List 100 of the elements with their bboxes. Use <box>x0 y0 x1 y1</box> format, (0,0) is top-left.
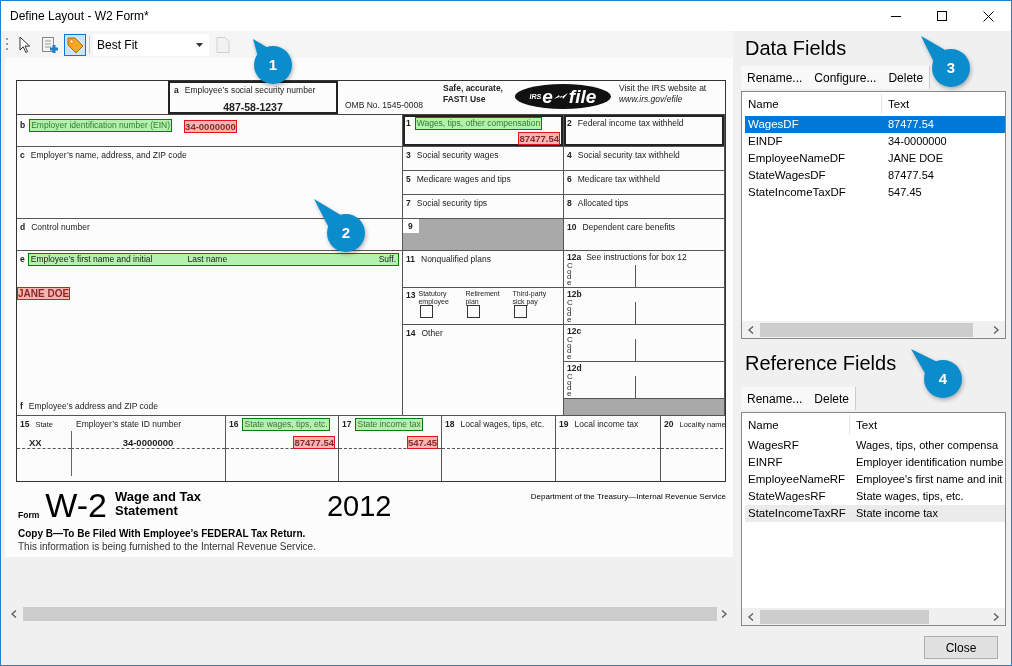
omb-number: OMB No. 1545-0008 <box>345 100 423 110</box>
list-row[interactable]: StateIncomeTaxRF State income tax <box>745 505 1005 522</box>
box-number: c <box>20 150 25 161</box>
list-row[interactable]: EINRF Employer identification numbe <box>745 454 1005 471</box>
box-label: Employee’s first name and initial <box>30 254 153 265</box>
form-year: 2012 <box>326 490 392 523</box>
box-value: XX <box>28 436 43 449</box>
scroll-left-icon[interactable] <box>10 610 18 618</box>
list-row[interactable]: WagesDF 87477.54 <box>745 116 1005 133</box>
list-cell-text: EmployeeNameRF <box>747 472 847 487</box>
box-label: Employer identification number (EIN) <box>29 118 173 132</box>
box-value: JANE DOE <box>17 287 71 300</box>
box-label: Employer’s name, address, and ZIP code <box>29 149 188 162</box>
box-number: b <box>20 119 26 131</box>
grip-icon <box>6 36 9 53</box>
scrollbar-thumb[interactable] <box>23 607 717 621</box>
box-number: 12b <box>567 289 582 300</box>
scroll-right-icon[interactable] <box>720 610 728 618</box>
box-label: Medicare wages and tips <box>415 173 512 186</box>
scroll-left-icon[interactable] <box>747 612 755 621</box>
box-label: Allocated tips <box>576 197 630 210</box>
list-cell-text: Employee's first name and init <box>855 472 1004 487</box>
list-row[interactable]: StateWagesRF State wages, tips, etc. <box>745 488 1005 505</box>
box-label: See instructions for box 12 <box>585 252 688 263</box>
visit-text: Visit the IRS website at <box>618 83 707 94</box>
box-label: State wages, tips, etc. <box>242 418 330 431</box>
horizontal-scrollbar[interactable] <box>742 608 1005 625</box>
scroll-left-icon[interactable] <box>747 325 755 334</box>
box-number: 12c <box>567 326 582 337</box>
action-button[interactable]: Delete <box>808 387 856 410</box>
box-label: Employee’s social security number <box>183 84 317 97</box>
box-value: 34-0000000 <box>121 436 175 449</box>
action-button[interactable]: Rename... <box>741 387 809 410</box>
box-number: 19 <box>559 419 569 430</box>
list-cell-text: EINDF <box>747 134 784 149</box>
close-dialog-button[interactable]: Close <box>924 636 998 659</box>
box-label: Suff. <box>378 254 396 265</box>
list-row[interactable]: WagesRF Wages, tips, other compensa <box>745 437 1005 454</box>
list-cell-text: WagesRF <box>747 438 800 453</box>
list-cell-text: StateIncomeTaxRF <box>747 506 847 521</box>
scroll-right-icon[interactable] <box>992 612 1000 621</box>
box-number: 2 <box>567 118 572 129</box>
box-label: Nonqualified plans <box>420 253 492 266</box>
checkbox[interactable] <box>420 305 434 318</box>
section-title: Reference Fields <box>745 352 897 374</box>
box-number: 15 <box>20 419 30 430</box>
box-value: 487-58-1237 <box>222 101 284 113</box>
list-cell-text: WagesDF <box>747 117 800 132</box>
box-number: 12a <box>567 252 582 263</box>
column-header[interactable]: Text <box>881 94 1005 114</box>
section-title: Data Fields <box>745 37 847 59</box>
scroll-right-icon[interactable] <box>992 325 1000 334</box>
column-header[interactable]: Name <box>742 94 881 114</box>
code-label: Code <box>567 263 574 287</box>
box-label: Federal income tax withheld <box>576 117 685 130</box>
box-number: 1 <box>406 118 411 129</box>
box-number: 16 <box>229 419 239 430</box>
zoom-dropdown[interactable]: Best Fit <box>93 33 209 56</box>
list-cell-text: StateWagesRF <box>747 489 827 504</box>
list-cell-text: EmployeeNameDF <box>747 151 847 166</box>
document-plus-icon <box>41 35 59 54</box>
list-row[interactable]: EmployeeNameRF Employee's first name and init <box>745 471 1005 488</box>
horizontal-scrollbar[interactable] <box>742 321 1005 338</box>
tag-tool-button[interactable] <box>64 33 86 56</box>
column-header[interactable]: Name <box>742 415 849 435</box>
box-number: 7 <box>406 198 411 209</box>
box-number: 10 <box>567 222 577 233</box>
list-cell-text: 87477.54 <box>887 117 935 132</box>
window-title: Define Layout - W2 Form* <box>9 9 150 23</box>
box-label: Control number <box>30 221 91 234</box>
list-row[interactable]: EINDF 34-0000000 <box>745 133 1005 150</box>
box-number: 11 <box>406 254 415 265</box>
box-label: State income tax <box>355 418 423 431</box>
caret-icon <box>196 42 203 47</box>
box-number: d <box>20 222 26 233</box>
checkbox[interactable] <box>467 305 481 318</box>
list-cell-text: Employer identification numbe <box>855 455 1005 470</box>
box-number: a <box>174 85 179 96</box>
box-number: 4 <box>567 150 572 161</box>
scrollbar-thumb[interactable] <box>760 609 929 624</box>
action-button[interactable]: Configure... <box>808 66 883 89</box>
box-label: Local income tax <box>573 418 640 431</box>
scrollbar-thumb[interactable] <box>760 322 973 337</box>
list-cell-text: StateIncomeTaxDF <box>747 185 847 200</box>
form-title: Wage and Tax Statement <box>114 490 202 518</box>
box-number: 6 <box>567 174 572 185</box>
box-value: 87477.54 <box>293 436 335 449</box>
form-name: W-2 <box>45 488 107 522</box>
box-number: 14 <box>406 328 416 339</box>
list-cell-text: 547.45 <box>887 185 923 200</box>
box-label: Dependent care benefits <box>581 221 677 234</box>
list-row[interactable]: StateIncomeTaxDF 547.45 <box>745 184 1005 201</box>
department-text: Department of the Treasury—Internal Revenue Service <box>530 492 726 501</box>
list-row[interactable]: EmployeeNameDF JANE DOE <box>745 150 1005 167</box>
pointer-icon <box>18 35 32 54</box>
column-header[interactable]: Text <box>849 415 1005 435</box>
checkbox[interactable] <box>514 305 528 318</box>
box-number: 12d <box>567 363 582 374</box>
action-button[interactable]: Rename... <box>741 66 809 89</box>
list-row[interactable]: StateWagesDF 87477.54 <box>745 167 1005 184</box>
